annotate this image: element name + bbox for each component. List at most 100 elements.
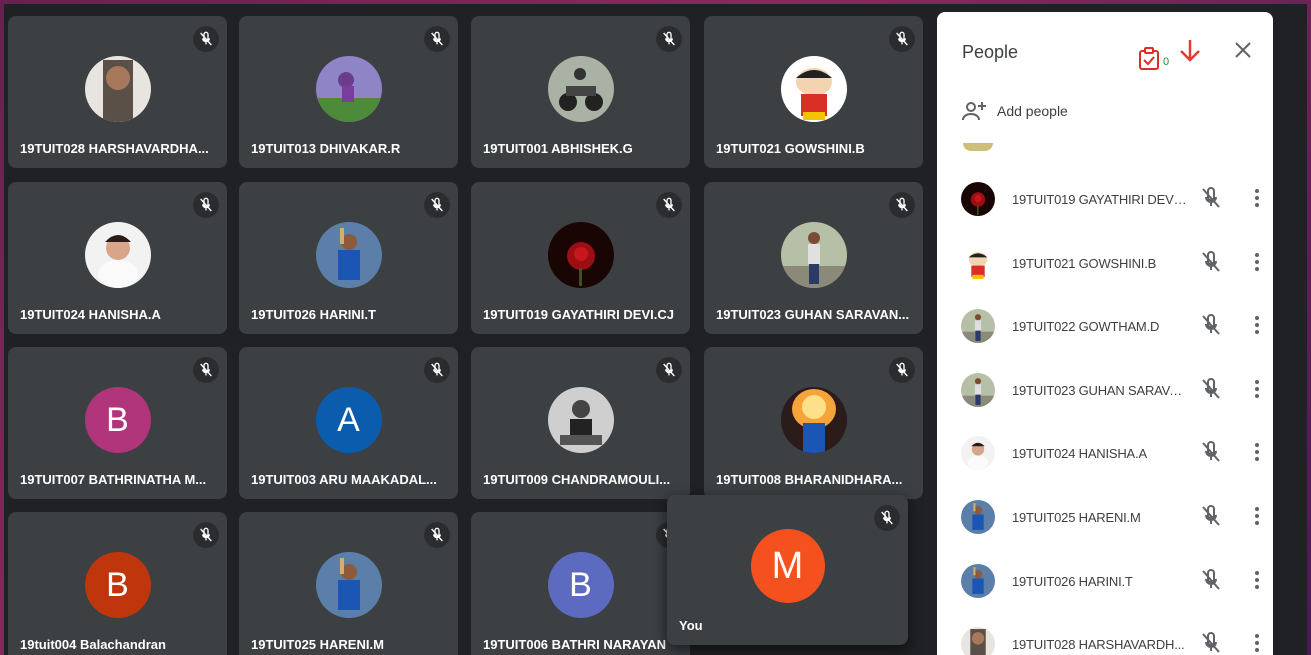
participant-list-item[interactable]: 19TUIT028 HARSHAVARDH... [937, 613, 1273, 655]
participant-name: 19TUIT019 GAYATHIRI DEVI... [1012, 192, 1187, 207]
participant-name: 19TUIT013 DHIVAKAR.R [251, 141, 401, 156]
participant-name: 19TUIT025 HARENI.M [1012, 510, 1141, 525]
participant-name: 19TUIT023 GUHAN SARAVA... [1012, 382, 1187, 398]
mic-off-icon[interactable] [1199, 504, 1223, 533]
participant-list-item[interactable]: 19TUIT021 GOWSHINI.B [937, 232, 1273, 295]
participant-tile[interactable]: 19TUIT025 HARENI.M [239, 512, 458, 655]
more-vert-icon[interactable] [1253, 250, 1261, 279]
participant-list-item[interactable]: 19TUIT026 HARINI.T [937, 550, 1273, 613]
participant-tile[interactable]: 19TUIT008 BHARANIDHARA... [704, 347, 923, 499]
participant-avatar [315, 56, 382, 122]
more-vert-icon[interactable] [1253, 440, 1261, 469]
mic-off-icon[interactable] [1199, 313, 1223, 342]
more-vert-icon[interactable] [1253, 313, 1261, 342]
participant-list-item[interactable]: 19TUIT025 HARENI.M [937, 486, 1273, 549]
mic-off-icon [656, 26, 682, 52]
participant-tile[interactable]: B 19TUIT007 BATHRINATHA M... [8, 347, 227, 499]
close-icon[interactable] [1231, 38, 1255, 62]
people-panel-header: People 0 [937, 12, 1273, 92]
mic-off-icon[interactable] [1199, 631, 1223, 655]
mic-off-icon [874, 505, 900, 531]
participant-name: 19TUIT019 GAYATHIRI DEVI.CJ [483, 307, 674, 322]
clipboard-check-icon[interactable] [1138, 47, 1160, 71]
participant-avatar [961, 372, 995, 407]
people-panel: People 0 Add people 19TUIT019 GAYATHIRI … [937, 12, 1273, 655]
more-vert-icon[interactable] [1253, 504, 1261, 533]
mic-off-icon [424, 357, 450, 383]
arrow-down-icon [1180, 40, 1200, 62]
mic-off-icon [656, 357, 682, 383]
participant-avatar [780, 387, 847, 453]
participant-tile[interactable]: B 19tuit004 Balachandran [8, 512, 227, 655]
participant-name: 19TUIT028 HARSHAVARDHA... [20, 141, 209, 156]
partial-avatar [963, 143, 993, 151]
participant-name: 19TUIT003 ARU MAAKADAL... [251, 472, 437, 487]
more-vert-icon[interactable] [1253, 377, 1261, 406]
mic-off-icon [193, 26, 219, 52]
participant-tile[interactable]: 19TUIT013 DHIVAKAR.R [239, 16, 458, 168]
participant-tile[interactable]: 19TUIT009 CHANDRAMOULI... [471, 347, 690, 499]
mic-off-icon[interactable] [1199, 568, 1223, 597]
participant-tile[interactable]: 19TUIT028 HARSHAVARDHA... [8, 16, 227, 168]
participant-list-item[interactable]: 19TUIT022 GOWTHAM.D [937, 295, 1273, 358]
participant-avatar [961, 309, 995, 344]
participant-name: 19TUIT008 BHARANIDHARA... [716, 472, 903, 487]
participant-avatar [961, 182, 995, 216]
more-vert-icon[interactable] [1253, 568, 1261, 597]
mic-off-icon [889, 26, 915, 52]
mic-off-icon [656, 192, 682, 218]
participant-name: 19TUIT007 BATHRINATHA M... [20, 472, 207, 487]
mic-off-icon[interactable] [1199, 377, 1223, 406]
participant-avatar [961, 245, 995, 280]
mic-off-icon [424, 192, 450, 218]
self-avatar: M [750, 529, 825, 603]
mic-off-icon [889, 192, 915, 218]
participant-tile[interactable]: 19TUIT001 ABHISHEK.G [471, 16, 690, 168]
participant-avatar: B [84, 387, 151, 453]
participant-list-item[interactable]: 19TUIT024 HANISHA.A [937, 422, 1273, 485]
participant-tile[interactable]: 19TUIT026 HARINI.T [239, 182, 458, 334]
participant-avatar: B [84, 552, 151, 618]
mic-off-icon [193, 522, 219, 548]
participant-avatar [547, 56, 614, 122]
participant-tile[interactable]: B 19TUIT006 BATHRI NARAYAN [471, 512, 690, 655]
participant-list-item[interactable]: 19TUIT023 GUHAN SARAVA... [937, 359, 1273, 422]
participant-avatar [315, 552, 382, 618]
mic-off-icon[interactable] [1199, 440, 1223, 469]
add-people-button[interactable]: Add people [961, 98, 1068, 124]
more-vert-icon[interactable] [1253, 186, 1261, 215]
panel-title: People [962, 42, 1019, 62]
participant-tile[interactable]: 19TUIT021 GOWSHINI.B [704, 16, 923, 168]
mic-off-icon[interactable] [1199, 186, 1223, 215]
participant-name: 19TUIT024 HANISHA.A [1012, 446, 1147, 462]
participant-name: 19TUIT026 HARINI.T [1012, 573, 1133, 589]
participant-name: 19TUIT023 GUHAN SARAVAN... [716, 307, 910, 322]
mic-off-icon[interactable] [1199, 250, 1223, 279]
more-vert-icon[interactable] [1253, 631, 1261, 655]
participant-avatar [547, 387, 614, 453]
participant-name: 19TUIT009 CHANDRAMOULI... [483, 472, 671, 487]
mic-off-icon [193, 357, 219, 383]
mic-off-icon [424, 522, 450, 548]
participant-tile[interactable]: A 19TUIT003 ARU MAAKADAL... [239, 347, 458, 499]
participant-avatar [961, 563, 995, 598]
participant-tile[interactable]: 19TUIT019 GAYATHIRI DEVI.CJ [471, 182, 690, 334]
participant-avatar [780, 56, 847, 122]
participant-avatar [547, 222, 614, 288]
participant-tile[interactable]: 19TUIT023 GUHAN SARAVAN... [704, 182, 923, 334]
participant-name: 19tuit004 Balachandran [20, 637, 166, 652]
mic-off-icon [424, 26, 450, 52]
participant-list-item[interactable]: 19TUIT019 GAYATHIRI DEVI... [937, 168, 1273, 231]
participant-name: 19TUIT006 BATHRI NARAYAN [483, 637, 667, 652]
participant-tile[interactable]: 19TUIT024 HANISHA.A [8, 182, 227, 334]
person-add-icon [962, 102, 986, 121]
self-view-tile[interactable]: M You [667, 495, 908, 645]
participant-name: 19TUIT001 ABHISHEK.G [483, 141, 633, 156]
participant-name: 19TUIT022 GOWTHAM.D [1012, 319, 1160, 335]
participant-avatar [961, 627, 995, 655]
participant-name: 19TUIT021 GOWSHINI.B [1012, 255, 1157, 271]
clipboard-count: 0 [1163, 56, 1170, 68]
participant-avatar [84, 56, 151, 122]
self-label: You [679, 618, 703, 633]
participant-avatar: A [315, 387, 382, 453]
